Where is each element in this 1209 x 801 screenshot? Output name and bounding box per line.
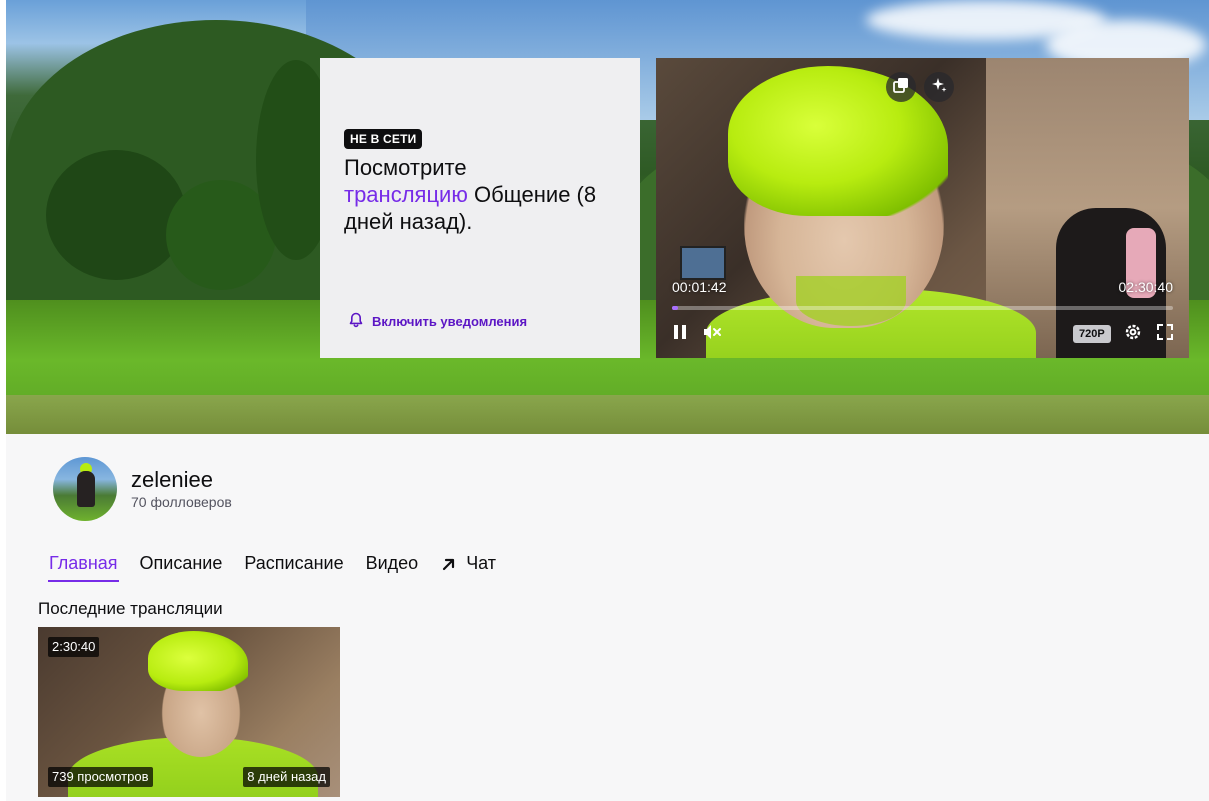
- seek-bar[interactable]: [672, 306, 1173, 310]
- tab-label: Чат: [466, 553, 497, 573]
- offline-badge: НЕ В СЕТИ: [344, 129, 423, 149]
- stream-age-badge: 8 дней назад: [243, 767, 330, 787]
- fullscreen-button[interactable]: [1154, 323, 1176, 345]
- channel-tabs: Главная Описание Расписание Видео Чат: [38, 550, 507, 584]
- tab-label: Расписание: [244, 553, 344, 573]
- video-scene-beard: [796, 276, 906, 326]
- fullscreen-icon: [1155, 322, 1175, 347]
- popout-button[interactable]: [886, 72, 916, 102]
- tab-label: Описание: [139, 553, 223, 573]
- current-time: 00:01:42: [672, 279, 727, 295]
- channel-avatar[interactable]: [53, 457, 117, 521]
- enable-notifications-label: Включить уведомления: [372, 314, 528, 329]
- gear-icon: [1123, 322, 1143, 347]
- sparkle-icon: [930, 76, 948, 99]
- duration: 02:30:40: [1118, 279, 1174, 295]
- avatar-person: [77, 471, 95, 507]
- seek-bar-fill: [672, 306, 678, 310]
- video-player[interactable]: 00:01:42 02:30:40 720P: [656, 58, 1189, 358]
- stream-duration-badge: 2:30:40: [48, 637, 100, 657]
- mute-button[interactable]: [701, 323, 723, 345]
- thumb-scene-hair: [148, 631, 248, 691]
- last-stream-link[interactable]: трансляцию: [344, 182, 468, 207]
- offline-message: Посмотрите трансляцию Общение (8 дней на…: [344, 154, 624, 235]
- recent-streams-title: Последние трансляции: [38, 599, 223, 618]
- tab-label: Главная: [49, 553, 118, 573]
- banner-tree: [46, 150, 186, 280]
- tab-label: Видео: [365, 553, 419, 573]
- quality-badge[interactable]: 720P: [1073, 325, 1111, 343]
- arrow-up-right-icon: [440, 550, 458, 580]
- settings-button[interactable]: [1122, 323, 1144, 345]
- video-scene-monitor: [680, 246, 726, 280]
- offline-text-before: Посмотрите: [344, 155, 467, 180]
- channel-name[interactable]: zeleniee: [131, 467, 213, 493]
- offline-card: НЕ В СЕТИ Посмотрите трансляцию Общение …: [320, 58, 640, 358]
- volume-muted-icon: [702, 322, 722, 347]
- banner-path: [6, 395, 1209, 434]
- clip-button[interactable]: [924, 72, 954, 102]
- tab-videos[interactable]: Видео: [355, 550, 430, 584]
- popout-icon: [892, 76, 910, 99]
- tab-about[interactable]: Описание: [129, 550, 234, 584]
- stream-views-badge: 739 просмотров: [48, 767, 153, 787]
- enable-notifications-button[interactable]: Включить уведомления: [348, 312, 527, 331]
- follower-count: 70 фолловеров: [131, 494, 232, 510]
- pause-button[interactable]: [669, 323, 691, 345]
- bell-icon: [348, 312, 364, 331]
- recent-stream-card[interactable]: 2:30:40 739 просмотров 8 дней назад: [38, 627, 340, 797]
- pause-icon: [670, 322, 690, 347]
- tab-chat[interactable]: Чат: [429, 550, 507, 584]
- tab-home[interactable]: Главная: [38, 550, 129, 584]
- tab-schedule[interactable]: Расписание: [233, 550, 354, 584]
